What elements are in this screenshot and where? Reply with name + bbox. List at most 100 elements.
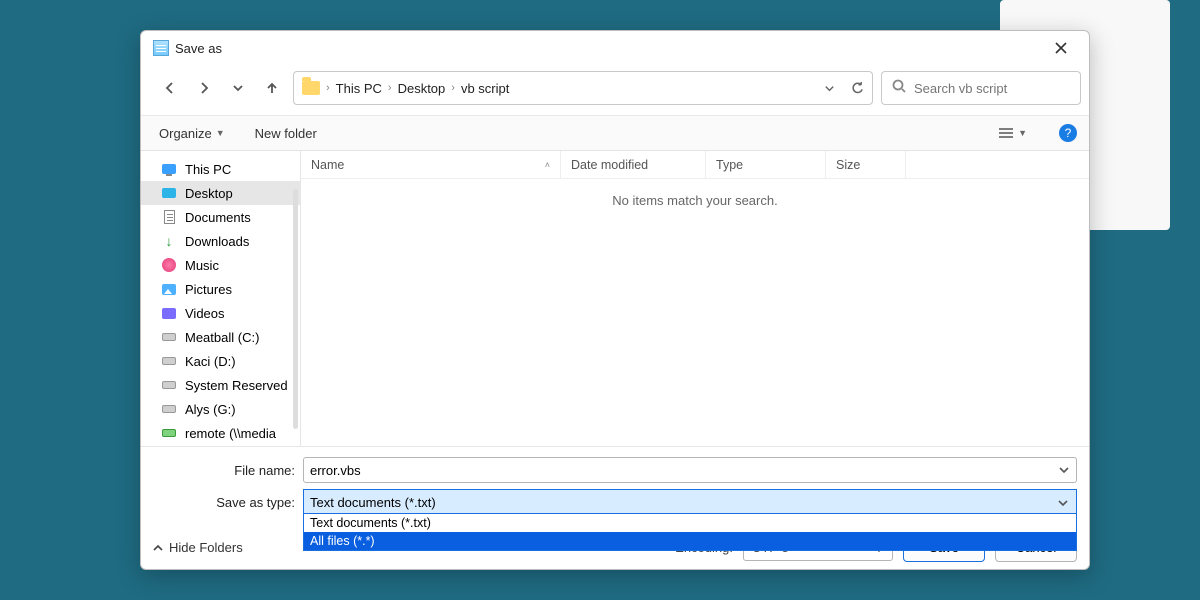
folder-icon <box>302 81 320 95</box>
column-name[interactable]: Name ˄ <box>301 151 561 178</box>
save-type-select[interactable]: Text documents (*.txt) <box>303 489 1077 515</box>
drive-icon <box>161 329 177 345</box>
option-label: All files (*.*) <box>310 534 375 548</box>
column-type[interactable]: Type <box>706 151 826 178</box>
sidebar-item-label: Documents <box>185 210 251 225</box>
new-folder-button[interactable]: New folder <box>249 122 323 145</box>
hide-folders-label: Hide Folders <box>169 540 243 555</box>
sidebar-item-label: Videos <box>185 306 225 321</box>
title-bar: Save as <box>141 31 1089 65</box>
view-options-button[interactable]: ▼ <box>998 127 1027 139</box>
back-button[interactable] <box>157 75 183 101</box>
save-type-chevron <box>1053 493 1073 513</box>
breadcrumb[interactable]: vb script <box>461 81 509 96</box>
crumb-sep-icon: › <box>326 82 330 94</box>
download-icon: ↓ <box>161 233 177 249</box>
sidebar-item-label: Music <box>185 258 219 273</box>
sidebar-item-network[interactable]: remote (\\media <box>141 421 300 445</box>
file-name-input[interactable] <box>303 457 1077 483</box>
chevron-up-icon <box>153 543 163 553</box>
sidebar-item-label: Downloads <box>185 234 249 249</box>
refresh-button[interactable] <box>846 82 868 95</box>
help-icon: ? <box>1065 126 1072 140</box>
breadcrumb[interactable]: This PC <box>336 81 382 96</box>
arrow-right-icon <box>197 81 211 95</box>
column-size[interactable]: Size <box>826 151 906 178</box>
sidebar-item-label: Pictures <box>185 282 232 297</box>
arrow-left-icon <box>163 81 177 95</box>
history-dropdown[interactable] <box>818 82 840 95</box>
recent-dropdown[interactable] <box>225 75 251 101</box>
column-headers: Name ˄ Date modified Type Size <box>301 151 1089 179</box>
sidebar-item-pictures[interactable]: Pictures <box>141 277 300 301</box>
search-icon <box>892 79 906 98</box>
sidebar: This PC Desktop Documents ↓ Downloads Mu… <box>141 151 301 446</box>
sidebar-item-label: System Reserved <box>185 378 288 393</box>
navigation-row: › This PC › Desktop › vb script <box>141 65 1089 115</box>
search-box[interactable] <box>881 71 1081 105</box>
pictures-icon <box>161 281 177 297</box>
monitor-icon <box>161 161 177 177</box>
save-as-dialog: Save as › This PC › Desktop › vb script <box>140 30 1090 570</box>
sidebar-item-downloads[interactable]: ↓ Downloads <box>141 229 300 253</box>
chevron-down-icon <box>231 81 245 95</box>
save-type-dropdown-list: Text documents (*.txt) All files (*.*) <box>303 513 1077 551</box>
column-label: Size <box>836 158 860 172</box>
arrow-up-icon <box>265 81 279 95</box>
sidebar-item-videos[interactable]: Videos <box>141 301 300 325</box>
notepad-icon <box>153 40 169 56</box>
desktop-icon <box>161 185 177 201</box>
search-input[interactable] <box>914 81 1070 96</box>
sidebar-item-drive-d[interactable]: Kaci (D:) <box>141 349 300 373</box>
form-area: File name: Save as type: Text documents … <box>141 446 1089 525</box>
sidebar-item-label: Kaci (D:) <box>185 354 236 369</box>
file-list-pane: Name ˄ Date modified Type Size No items … <box>301 151 1089 446</box>
new-folder-label: New folder <box>255 126 317 141</box>
save-type-option[interactable]: Text documents (*.txt) <box>304 514 1076 532</box>
drive-icon <box>161 401 177 417</box>
refresh-icon <box>851 82 864 95</box>
chevron-down-icon: ▼ <box>1018 128 1027 138</box>
sidebar-item-this-pc[interactable]: This PC <box>141 157 300 181</box>
sidebar-item-drive-g[interactable]: Alys (G:) <box>141 397 300 421</box>
videos-icon <box>161 305 177 321</box>
close-button[interactable] <box>1039 33 1083 63</box>
sidebar-scrollbar[interactable] <box>293 189 298 429</box>
dialog-body: This PC Desktop Documents ↓ Downloads Mu… <box>141 151 1089 446</box>
address-bar[interactable]: › This PC › Desktop › vb script <box>293 71 873 105</box>
toolbar: Organize ▼ New folder ▼ ? <box>141 115 1089 151</box>
chevron-down-icon <box>1058 498 1068 508</box>
sidebar-item-desktop[interactable]: Desktop <box>141 181 300 205</box>
chevron-down-icon: ▼ <box>216 128 225 138</box>
column-date[interactable]: Date modified <box>561 151 706 178</box>
file-name-history-dropdown[interactable] <box>1054 460 1074 480</box>
sort-indicator-icon: ˄ <box>545 160 550 170</box>
hide-folders-toggle[interactable]: Hide Folders <box>153 540 243 555</box>
window-title: Save as <box>175 41 222 56</box>
network-drive-icon <box>161 425 177 441</box>
save-type-option[interactable]: All files (*.*) <box>304 532 1076 550</box>
option-label: Text documents (*.txt) <box>310 516 431 530</box>
organize-menu[interactable]: Organize ▼ <box>153 122 231 145</box>
breadcrumb[interactable]: Desktop <box>398 81 446 96</box>
sidebar-item-label: Meatball (C:) <box>185 330 259 345</box>
column-label: Name <box>311 158 344 172</box>
document-icon <box>161 209 177 225</box>
up-button[interactable] <box>259 75 285 101</box>
drive-icon <box>161 353 177 369</box>
sidebar-item-label: Alys (G:) <box>185 402 236 417</box>
sidebar-item-documents[interactable]: Documents <box>141 205 300 229</box>
drive-icon <box>161 377 177 393</box>
sidebar-item-label: This PC <box>185 162 231 177</box>
music-icon <box>161 257 177 273</box>
column-label: Type <box>716 158 743 172</box>
sidebar-item-drive-sys[interactable]: System Reserved <box>141 373 300 397</box>
forward-button[interactable] <box>191 75 217 101</box>
save-type-label: Save as type: <box>153 495 303 510</box>
chevron-down-icon <box>1059 465 1069 475</box>
crumb-sep-icon: › <box>388 82 392 94</box>
column-label: Date modified <box>571 158 648 172</box>
sidebar-item-drive-c[interactable]: Meatball (C:) <box>141 325 300 349</box>
sidebar-item-music[interactable]: Music <box>141 253 300 277</box>
help-button[interactable]: ? <box>1059 124 1077 142</box>
